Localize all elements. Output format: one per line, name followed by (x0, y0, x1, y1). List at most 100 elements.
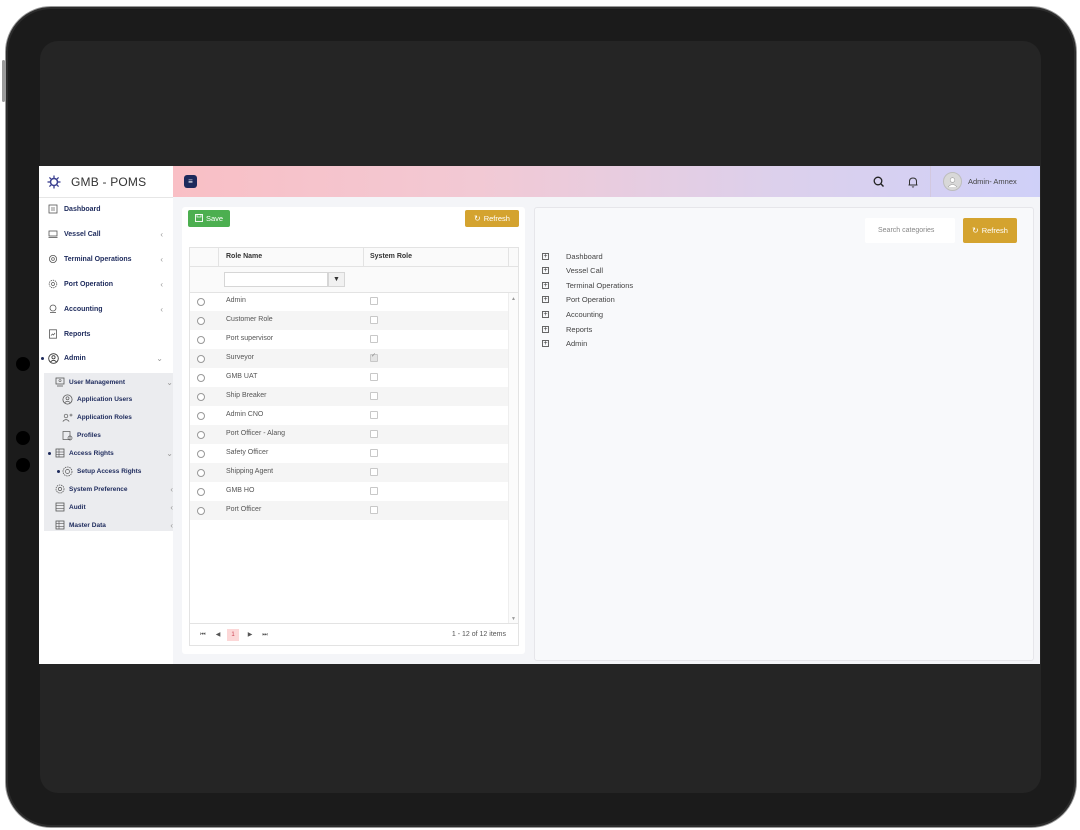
submenu-item-access-rights[interactable]: Access Rights ⌄ (44, 444, 183, 462)
submenu-item-setup-access-rights[interactable]: Setup Access Rights (44, 462, 191, 480)
row-select-radio[interactable] (197, 488, 205, 496)
roles-grid: Role Name System Role ▼ Admin Customer Ro… (189, 247, 519, 646)
tree-node[interactable]: + Terminal Operations (542, 279, 633, 291)
table-row[interactable]: GMB HO (190, 482, 508, 501)
role-name-cell: Port Officer - Alang (226, 430, 286, 437)
expand-icon[interactable]: + (542, 325, 549, 333)
search-icon[interactable] (872, 175, 886, 189)
chevron-down-icon: ⌄ (166, 448, 173, 458)
refresh-label: Refresh (483, 214, 510, 223)
table-row[interactable]: Surveyor (190, 349, 508, 368)
submenu-item-application-roles[interactable]: Application Roles (44, 408, 191, 426)
scroll-up-icon[interactable]: ▲ (511, 296, 516, 302)
table-row[interactable]: Shipping Agent (190, 463, 508, 482)
system-role-checkbox (370, 506, 378, 514)
expand-icon[interactable]: + (542, 310, 549, 318)
row-select-radio[interactable] (197, 355, 205, 363)
user-icon (62, 394, 73, 405)
row-select-radio[interactable] (197, 507, 205, 515)
role-name-cell: Admin (226, 297, 246, 304)
sidebar-item-terminal-operations[interactable]: Terminal Operations ‹ (39, 248, 173, 270)
tree-node[interactable]: + Reports (542, 323, 592, 335)
role-name-cell: Safety Officer (226, 449, 269, 456)
submenu-item-application-users[interactable]: Application Users (44, 390, 191, 408)
tree-node[interactable]: + Admin (542, 338, 587, 350)
row-select-radio[interactable] (197, 431, 205, 439)
tree-node[interactable]: + Vessel Call (542, 265, 603, 277)
sidebar-item-dashboard[interactable]: Dashboard (39, 198, 173, 220)
table-row[interactable]: Customer Role (190, 311, 508, 330)
page-number-current[interactable]: 1 (227, 629, 239, 641)
submenu-item-profiles[interactable]: Profiles (44, 426, 191, 444)
bell-icon[interactable] (906, 175, 920, 189)
tree-node[interactable]: + Accounting (542, 308, 603, 320)
expand-icon[interactable]: + (542, 252, 549, 260)
tree-node-label: Reports (566, 324, 593, 334)
save-label: Save (205, 214, 224, 223)
table-row[interactable]: Port Officer (190, 501, 508, 520)
save-button[interactable]: Save (188, 210, 230, 227)
sidebar-item-accounting[interactable]: Accounting ‹ (39, 298, 173, 320)
avatar (943, 172, 962, 191)
app-screen: GMB - POMS Dashboard Vessel Call ‹ Termi… (39, 166, 1040, 664)
sidebar-item-port-operation[interactable]: Port Operation ‹ (39, 273, 173, 295)
tree-node[interactable]: + Dashboard (542, 250, 603, 262)
system-role-checkbox (370, 297, 378, 305)
submenu-item-audit[interactable]: Audit ‹ (44, 498, 183, 516)
scroll-down-icon[interactable]: ▼ (511, 616, 516, 622)
categories-refresh-button[interactable]: ↻ Refresh (963, 218, 1017, 243)
submenu-item-user-management[interactable]: User Management ⌄ (44, 373, 183, 391)
last-page-icon[interactable]: ⏭ (259, 629, 271, 641)
expand-icon[interactable]: + (542, 267, 549, 275)
hamburger-menu-icon[interactable]: ≡ (184, 175, 197, 188)
role-name-cell: Port Officer (226, 506, 262, 513)
tree-node[interactable]: + Port Operation (542, 294, 615, 306)
user-menu[interactable]: Admin- Amnex (930, 166, 1017, 197)
filter-icon[interactable]: ▼ (328, 272, 345, 287)
expand-icon[interactable]: + (542, 296, 549, 304)
row-select-radio[interactable] (197, 412, 205, 420)
role-name-filter-input[interactable] (224, 272, 328, 287)
table-row[interactable]: Ship Breaker (190, 387, 508, 406)
row-select-radio[interactable] (197, 298, 205, 306)
row-select-radio[interactable] (197, 469, 205, 477)
role-name-cell: GMB UAT (226, 373, 258, 380)
sidebar-item-reports[interactable]: Reports (39, 323, 173, 345)
next-page-icon[interactable]: ▶ (244, 629, 256, 641)
table-row[interactable]: Port supervisor (190, 330, 508, 349)
sidebar-item-label: Accounting (64, 305, 103, 313)
audit-icon (54, 502, 65, 513)
table-row[interactable]: Admin (190, 292, 508, 311)
setup-icon (62, 466, 73, 477)
sidebar-item-label: Dashboard (64, 205, 101, 213)
submenu-item-master-data[interactable]: Master Data ‹ (44, 516, 183, 534)
search-categories-input[interactable]: Search categories (865, 218, 955, 243)
column-header-role-name[interactable]: Role Name (226, 253, 262, 260)
table-row[interactable]: Admin CNO (190, 406, 508, 425)
row-select-radio[interactable] (197, 336, 205, 344)
submenu-item-label: Setup Access Rights (77, 467, 142, 475)
table-row[interactable]: Safety Officer (190, 444, 508, 463)
pager-info: 1 - 12 of 12 items (451, 631, 506, 638)
grid-scrollbar[interactable] (508, 293, 518, 623)
table-row[interactable]: GMB UAT (190, 368, 508, 387)
roles-refresh-button[interactable]: ↻ Refresh (465, 210, 519, 227)
grid-header: Role Name System Role (190, 248, 518, 267)
submenu-item-system-preference[interactable]: System Preference ‹ (44, 480, 183, 498)
row-select-radio[interactable] (197, 450, 205, 458)
first-page-icon[interactable]: ⏮ (197, 629, 209, 641)
submenu-item-label: Application Users (77, 395, 133, 403)
row-select-radio[interactable] (197, 374, 205, 382)
row-select-radio[interactable] (197, 317, 205, 325)
previous-page-icon[interactable]: ◀ (212, 629, 224, 641)
expand-icon[interactable]: + (542, 340, 549, 348)
row-select-radio[interactable] (197, 393, 205, 401)
expand-icon[interactable]: + (542, 281, 549, 289)
tree-node-label: Port Operation (566, 295, 615, 305)
system-role-checkbox (370, 468, 378, 476)
sidebar-item-vessel-call[interactable]: Vessel Call ‹ (39, 223, 173, 245)
column-header-system-role[interactable]: System Role (370, 253, 412, 260)
tablet-side-button (2, 60, 5, 102)
sidebar-item-admin[interactable]: Admin ⌄ (39, 347, 173, 369)
table-row[interactable]: Port Officer - Alang (190, 425, 508, 444)
